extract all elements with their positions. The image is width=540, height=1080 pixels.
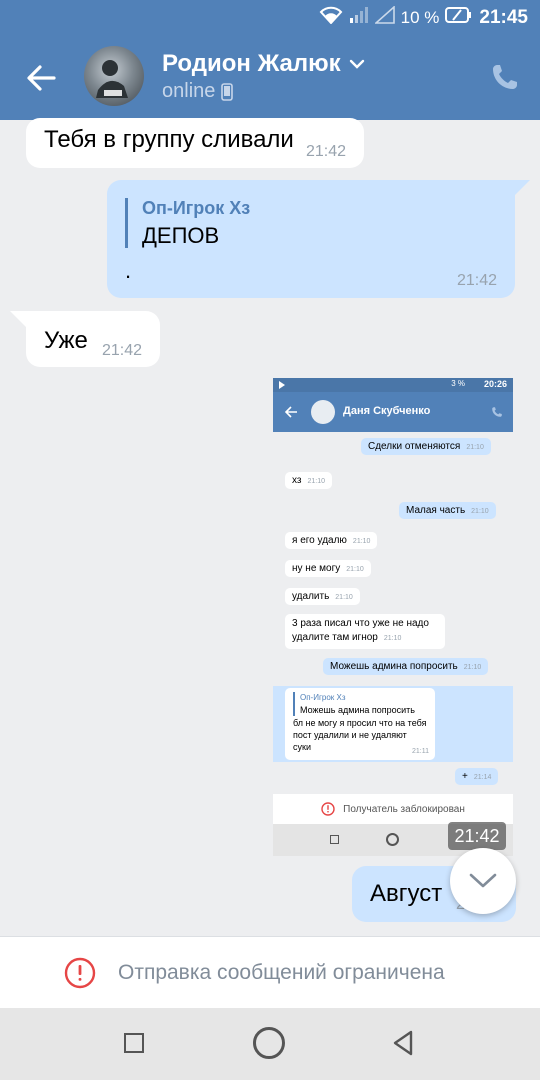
signal-2-icon [373, 5, 395, 29]
screenshot-message: хз 21:10 [285, 472, 333, 489]
chevron-down-icon [469, 873, 497, 888]
message-text: Уже [44, 327, 88, 354]
contact-name: Родион Жалюк [162, 50, 341, 77]
back-nav-button[interactable] [392, 1030, 414, 1061]
back-button[interactable] [24, 60, 60, 96]
incoming-message[interactable]: Уже 21:42 [26, 311, 160, 367]
mobile-phone-icon [221, 82, 234, 101]
screenshot-status-bar: 3 % 20:26 [273, 378, 513, 392]
incoming-message[interactable]: Тебя в группу сливали 21:42 [26, 118, 364, 168]
message-text: Тебя в группу сливали [44, 126, 294, 153]
arrow-left-icon [285, 406, 297, 418]
message-time: 21:42 [102, 342, 143, 359]
screenshot-blocked-bar: Получатель заблокирован [273, 794, 513, 824]
scroll-down-button[interactable] [450, 848, 516, 914]
status-time: 21:45 [479, 6, 528, 28]
battery-icon [445, 7, 473, 28]
system-navbar [0, 1008, 540, 1080]
signal-icon [349, 6, 369, 29]
screenshot-message: +21:14 [455, 768, 499, 785]
screenshot-reply-message: Оп-Игрок Хз Можешь админа попросить бл н… [273, 686, 513, 762]
home-button[interactable] [253, 1027, 285, 1059]
avatar[interactable] [84, 46, 144, 106]
battery-percent: 10 % [400, 7, 440, 27]
restriction-bar: Отправка сообщений ограничена [0, 936, 540, 1008]
screenshot-avatar [311, 400, 335, 424]
screenshot-time: 20:26 [483, 379, 507, 389]
chevron-down-icon [349, 59, 364, 69]
arrow-left-icon [27, 65, 56, 91]
call-button[interactable] [490, 62, 520, 92]
online-status: online [162, 80, 234, 103]
screenshot-message: ну не могу 21:10 [285, 560, 371, 577]
chat-title[interactable]: Родион Жалюк [162, 50, 365, 78]
chat-header: 10 % 21:45 Родион Жалюк online [0, 0, 540, 120]
warning-icon [321, 802, 335, 816]
outgoing-message[interactable]: Оп-Игрок Хз ДЕПОВ . 21:42 [107, 180, 515, 298]
recent-apps-button[interactable] [124, 1033, 144, 1053]
phone-icon [492, 407, 502, 417]
screenshot-message: я его удалю 21:10 [285, 532, 378, 549]
screenshot-message: Сделки отменяются 21:10 [361, 438, 491, 455]
triangle-back-icon [393, 1030, 413, 1056]
screenshot-message: удалить 21:10 [285, 588, 360, 605]
screenshot-message: 3 раза писал что уже не надо удалите там… [285, 614, 445, 649]
screenshot-battery: 3 % [451, 379, 465, 388]
screenshot-header: Даня Скубченко [273, 392, 513, 432]
phone-icon [493, 65, 517, 89]
message-text: Август [370, 880, 443, 907]
online-label: online [162, 80, 216, 102]
play-icon [279, 381, 285, 389]
screenshot-contact-name: Даня Скубченко [343, 405, 431, 417]
screenshot-message: Малая часть 21:10 [399, 502, 496, 519]
message-time: 21:42 [457, 272, 498, 289]
status-bar: 10 % 21:45 [0, 0, 540, 36]
screenshot-message: Можешь админа попросить 21:10 [323, 658, 489, 675]
floating-date-pill: 21:42 [448, 822, 506, 850]
message-text: . [125, 258, 132, 283]
wifi-icon [319, 6, 343, 29]
attached-screenshot[interactable]: 3 % 20:26 Даня Скубченко Сделки отменяют… [273, 378, 513, 856]
reply-quote[interactable]: Оп-Игрок Хз ДЕПОВ [125, 198, 250, 248]
message-time: 21:42 [306, 143, 347, 160]
reply-author: Оп-Игрок Хз [142, 198, 251, 218]
reply-text: ДЕПОВ [142, 223, 220, 248]
warning-icon [64, 957, 96, 988]
restriction-text: Отправка сообщений ограничена [118, 960, 445, 984]
